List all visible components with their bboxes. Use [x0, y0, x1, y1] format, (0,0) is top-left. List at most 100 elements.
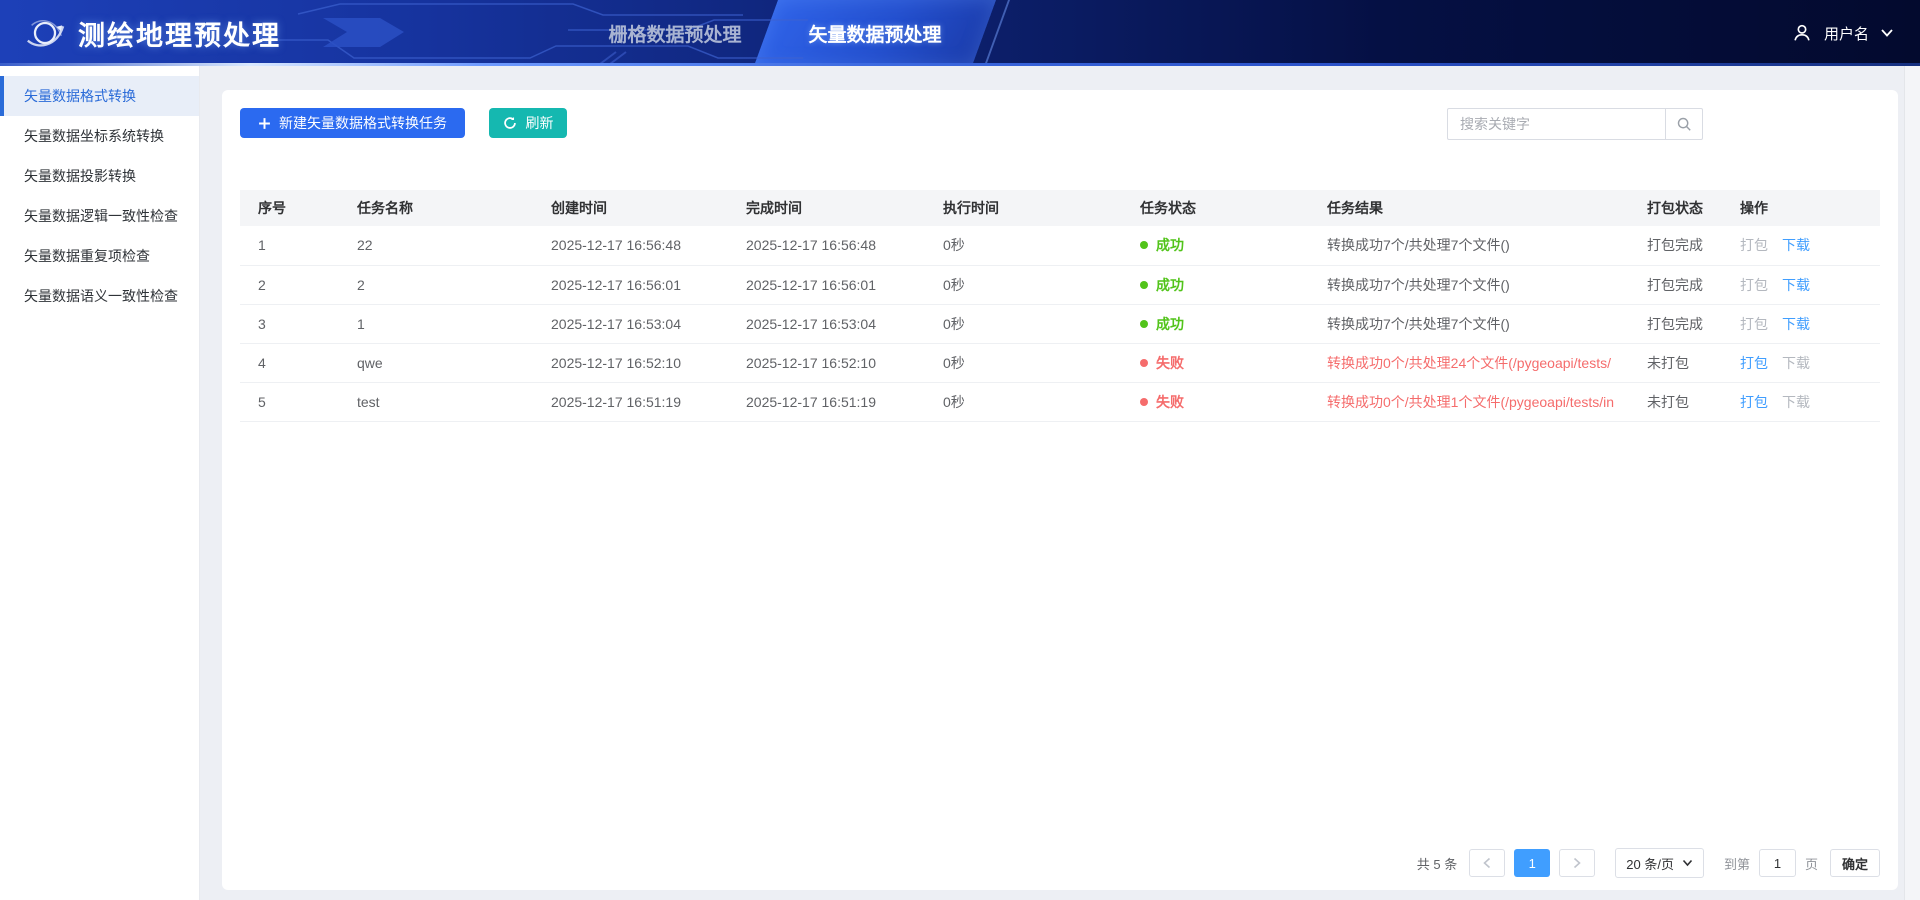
result-text: 转换成功7个/共处理7个文件(): [1327, 237, 1510, 253]
cell-exec-time: 0秒: [925, 343, 1122, 382]
plus-icon: [258, 117, 271, 130]
top-tabs: 栅格数据预处理 矢量数据预处理: [580, 0, 980, 66]
cell-task-name: 22: [339, 226, 533, 265]
cell-task-result: 转换成功0个/共处理24个文件(/pygeoapi/tests/: [1309, 343, 1629, 382]
goto-page-input[interactable]: [1759, 849, 1796, 877]
cell-index: 3: [240, 304, 339, 343]
sidebar-item-vector-projection-conversion[interactable]: 矢量数据投影转换: [0, 156, 199, 196]
status-text: 失败: [1156, 394, 1184, 410]
status-text: 成功: [1156, 316, 1184, 332]
cell-operations: 打包下载: [1722, 304, 1880, 343]
status-dot-icon: [1140, 320, 1148, 328]
status-text: 成功: [1156, 277, 1184, 293]
next-page-button[interactable]: [1559, 849, 1595, 877]
cell-pack-status: 打包完成: [1629, 265, 1722, 304]
result-text: 转换成功7个/共处理7个文件(): [1327, 316, 1510, 332]
search-input[interactable]: [1447, 108, 1665, 140]
goto-confirm-button[interactable]: 确定: [1830, 849, 1880, 877]
search-button[interactable]: [1665, 108, 1703, 140]
download-link[interactable]: 下载: [1782, 316, 1810, 332]
user-name: 用户名: [1824, 23, 1869, 44]
cell-task-status: 成功: [1122, 265, 1309, 304]
pack-link: 打包: [1740, 316, 1768, 332]
result-text: 转换成功7个/共处理7个文件(): [1327, 277, 1510, 293]
prev-page-button[interactable]: [1469, 849, 1505, 877]
cell-operations: 打包下载: [1722, 343, 1880, 382]
table-row: 312025-12-17 16:53:042025-12-17 16:53:04…: [240, 304, 1880, 343]
refresh-button[interactable]: 刷新: [489, 108, 567, 138]
sidebar-item-vector-logical-consistency-check[interactable]: 矢量数据逻辑一致性检查: [0, 196, 199, 236]
cell-pack-status: 未打包: [1629, 382, 1722, 421]
chevron-left-icon: [1482, 857, 1492, 869]
download-link[interactable]: 下载: [1782, 237, 1810, 253]
cell-task-result: 转换成功7个/共处理7个文件(): [1309, 226, 1629, 265]
pack-link: 打包: [1740, 277, 1768, 293]
status-dot-icon: [1140, 281, 1148, 289]
page-size-select[interactable]: 20 条/页: [1615, 848, 1704, 878]
new-task-button-label: 新建矢量数据格式转换任务: [279, 113, 447, 133]
sidebar-nav: 矢量数据格式转换 矢量数据坐标系统转换 矢量数据投影转换 矢量数据逻辑一致性检查…: [0, 66, 200, 900]
pack-link[interactable]: 打包: [1740, 355, 1768, 371]
cell-task-name: 1: [339, 304, 533, 343]
sidebar-item-vector-format-conversion[interactable]: 矢量数据格式转换: [0, 76, 199, 116]
user-icon: [1791, 22, 1813, 44]
cell-task-result: 转换成功7个/共处理7个文件(): [1309, 304, 1629, 343]
sidebar-item-vector-coordinate-system-conversion[interactable]: 矢量数据坐标系统转换: [0, 116, 199, 156]
cell-exec-time: 0秒: [925, 304, 1122, 343]
user-menu[interactable]: 用户名: [1791, 0, 1894, 66]
sidebar-item-label: 矢量数据投影转换: [24, 168, 136, 184]
cell-task-status: 成功: [1122, 226, 1309, 265]
new-task-button[interactable]: 新建矢量数据格式转换任务: [240, 108, 465, 138]
col-pack-status: 打包状态: [1629, 190, 1722, 226]
cell-task-name: 2: [339, 265, 533, 304]
tab-vector-preprocessing[interactable]: 矢量数据预处理: [770, 0, 980, 66]
logo-icon: [24, 12, 66, 54]
table-row: 222025-12-17 16:56:012025-12-17 16:56:01…: [240, 265, 1880, 304]
col-index: 序号: [240, 190, 339, 226]
goto-prefix-label: 到第: [1724, 854, 1750, 873]
status-text: 失败: [1156, 355, 1184, 371]
cell-created-time: 2025-12-17 16:56:48: [533, 226, 728, 265]
col-operations: 操作: [1722, 190, 1880, 226]
tab-raster-preprocessing[interactable]: 栅格数据预处理: [580, 0, 770, 66]
page-size-label: 20 条/页: [1626, 854, 1674, 873]
cell-exec-time: 0秒: [925, 226, 1122, 265]
search-icon: [1676, 116, 1692, 132]
col-task-name: 任务名称: [339, 190, 533, 226]
goto-suffix-label: 页: [1805, 854, 1818, 873]
tab-label: 矢量数据预处理: [808, 20, 941, 47]
task-table: 序号 任务名称 创建时间 完成时间 执行时间 任务状态 任务结果 打包状态 操作…: [240, 190, 1880, 422]
pack-link[interactable]: 打包: [1740, 394, 1768, 410]
cell-index: 5: [240, 382, 339, 421]
vertical-scrollbar[interactable]: [1904, 66, 1920, 900]
cell-task-result: 转换成功7个/共处理7个文件(): [1309, 265, 1629, 304]
cell-task-status: 成功: [1122, 304, 1309, 343]
cell-task-status: 失败: [1122, 382, 1309, 421]
status-text: 成功: [1156, 237, 1184, 253]
col-created-time: 创建时间: [533, 190, 728, 226]
sidebar-item-label: 矢量数据逻辑一致性检查: [24, 208, 178, 224]
task-table-header: 序号 任务名称 创建时间 完成时间 执行时间 任务状态 任务结果 打包状态 操作: [240, 190, 1880, 226]
cell-task-name: test: [339, 382, 533, 421]
table-row: 4qwe2025-12-17 16:52:102025-12-17 16:52:…: [240, 343, 1880, 382]
cell-index: 1: [240, 226, 339, 265]
cell-task-status: 失败: [1122, 343, 1309, 382]
tab-label: 栅格数据预处理: [608, 20, 741, 47]
status-dot-icon: [1140, 359, 1148, 367]
download-link: 下载: [1782, 355, 1810, 371]
pagination-total: 共 5 条: [1417, 854, 1457, 873]
pagination: 共 5 条 1 20 条/页 到第 页 确定: [1417, 848, 1880, 878]
chevron-right-icon: [1572, 857, 1582, 869]
download-link[interactable]: 下载: [1782, 277, 1810, 293]
sidebar-item-vector-duplicate-check[interactable]: 矢量数据重复项检查: [0, 236, 199, 276]
result-text: 转换成功0个/共处理24个文件(/pygeoapi/tests/: [1327, 355, 1611, 371]
task-table-body: 1222025-12-17 16:56:482025-12-17 16:56:4…: [240, 226, 1880, 421]
cell-finished-time: 2025-12-17 16:56:01: [728, 265, 925, 304]
cell-index: 4: [240, 343, 339, 382]
sidebar-item-vector-semantic-consistency-check[interactable]: 矢量数据语义一致性检查: [0, 276, 199, 316]
search-group: [1447, 108, 1703, 140]
result-text: 转换成功0个/共处理1个文件(/pygeoapi/tests/in: [1327, 394, 1614, 410]
page-1-button[interactable]: 1: [1514, 849, 1550, 877]
sidebar-item-label: 矢量数据坐标系统转换: [24, 128, 164, 144]
col-finished-time: 完成时间: [728, 190, 925, 226]
